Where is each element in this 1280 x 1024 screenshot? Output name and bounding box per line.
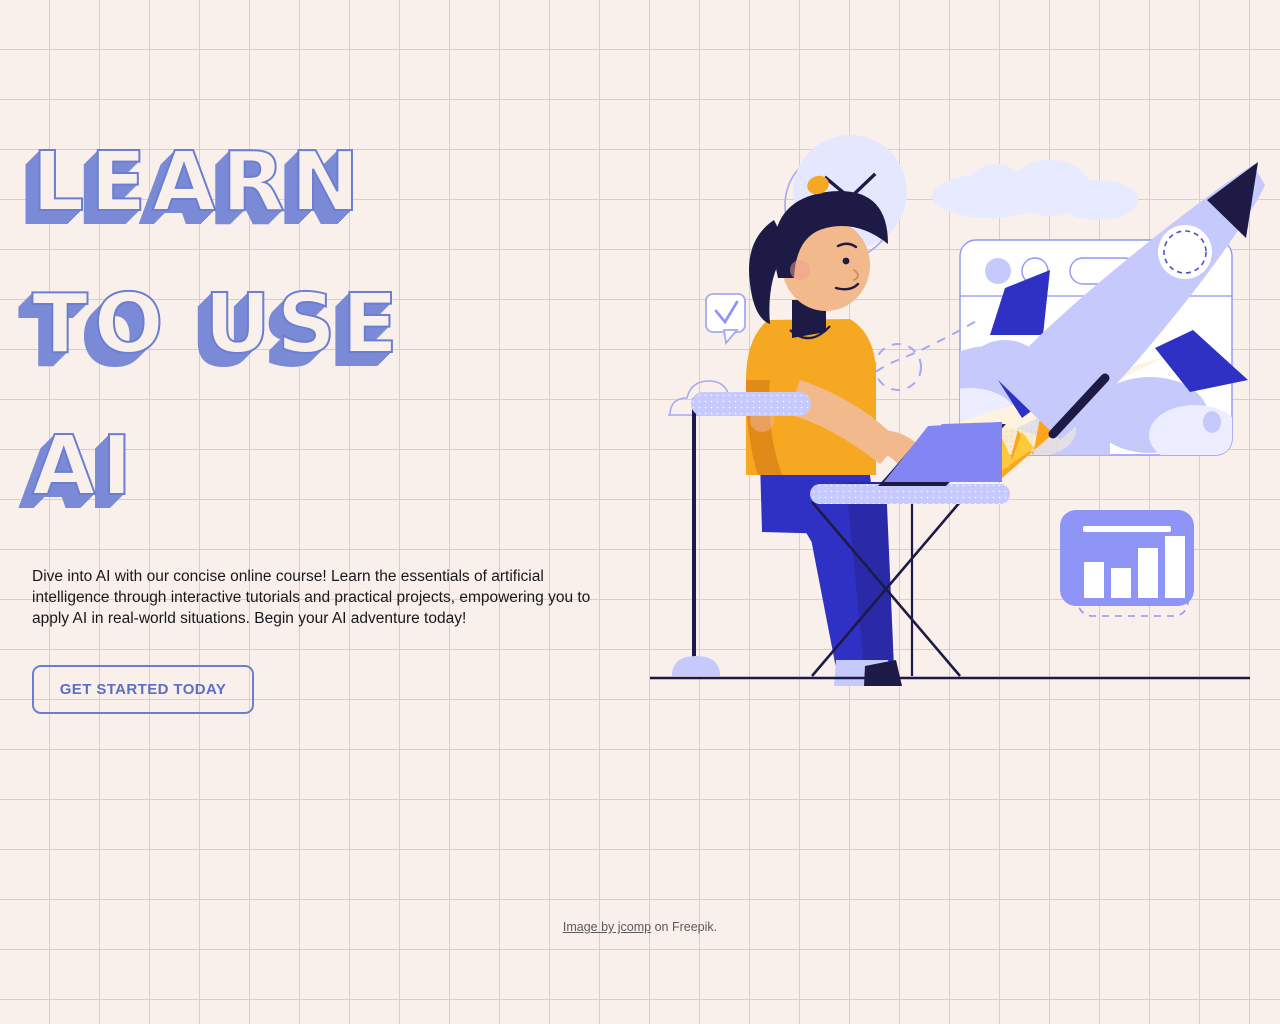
hero-illustration: [650, 130, 1270, 690]
browser-dot-filled: [985, 258, 1011, 284]
chart-card-icon: [1060, 510, 1194, 617]
get-started-button[interactable]: GET STARTED TODAY: [32, 665, 254, 714]
hero-page: LEARN TO USE AI Dive into AI with our co…: [0, 0, 1280, 1024]
hero-text-column: LEARN TO USE AI: [31, 112, 612, 538]
hero-description: Dive into AI with our concise online cou…: [32, 568, 591, 627]
page-title: LEARN TO USE AI: [31, 134, 404, 515]
speech-bubble-check-icon: [705, 293, 746, 346]
credit-suffix: on Freepik.: [651, 920, 718, 934]
person-at-laptop: [746, 175, 924, 686]
credit-link[interactable]: Image by jcomp: [563, 920, 651, 934]
image-credit: Image by jcomp on Freepik.: [0, 920, 1280, 934]
filled-cloud-icon: [932, 160, 1138, 220]
